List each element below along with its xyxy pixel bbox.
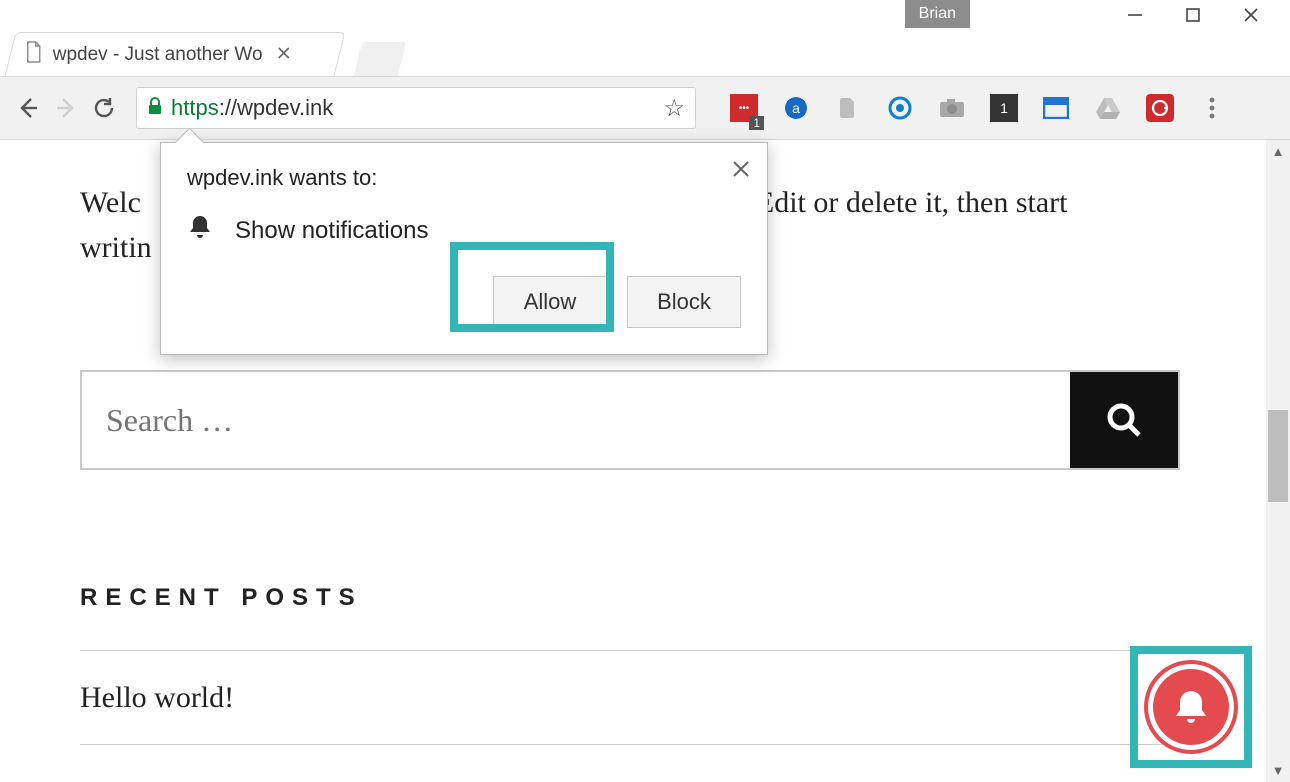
grammarly-extension-icon[interactable] <box>1146 94 1174 122</box>
dialog-close-button[interactable] <box>731 159 751 184</box>
search-icon <box>1103 399 1145 441</box>
lock-icon <box>147 97 163 120</box>
evernote-extension-icon[interactable] <box>834 94 862 122</box>
back-button[interactable] <box>14 94 42 122</box>
close-tab-icon[interactable] <box>277 44 291 66</box>
drive-extension-icon[interactable] <box>1094 94 1122 122</box>
maximize-button[interactable] <box>1182 4 1204 26</box>
block-button[interactable]: Block <box>627 276 741 328</box>
tab-strip: wpdev - Just another Wo <box>10 30 402 76</box>
document-icon <box>25 41 43 69</box>
browser-toolbar: https ://wpdev.ink ☆ •••1 a 1 <box>0 76 1290 140</box>
dialog-origin-text: wpdev.ink wants to: <box>187 165 741 191</box>
allow-button[interactable]: Allow <box>493 276 607 328</box>
extension-icons: •••1 a 1 <box>730 94 1226 122</box>
intro-line2: writin <box>80 231 152 264</box>
recent-post-link[interactable]: Hello world! <box>80 650 1180 745</box>
search-input[interactable] <box>82 372 1070 468</box>
camera-extension-icon[interactable] <box>938 94 966 122</box>
scrollbar-thumb[interactable] <box>1268 410 1288 502</box>
close-window-button[interactable] <box>1240 4 1262 26</box>
minimize-button[interactable] <box>1124 4 1146 26</box>
window-controls <box>1124 4 1290 26</box>
window-extension-icon[interactable] <box>1042 94 1070 122</box>
reload-button[interactable] <box>90 94 118 122</box>
push-notification-bell-button[interactable] <box>1148 664 1234 750</box>
forward-button[interactable] <box>52 94 80 122</box>
annotation-highlight-bell <box>1130 646 1252 768</box>
recent-posts-heading: RECENT POSTS <box>80 580 1210 616</box>
target-extension-icon[interactable] <box>886 94 914 122</box>
site-search-form <box>80 370 1180 470</box>
browser-tab[interactable]: wpdev - Just another Wo <box>5 32 346 76</box>
onetab-extension-icon[interactable]: 1 <box>990 94 1018 122</box>
scroll-up-arrow-icon[interactable]: ▲ <box>1272 140 1285 163</box>
new-tab-button[interactable] <box>354 42 406 76</box>
intro-fragment-left: Welc <box>80 186 141 219</box>
amazon-extension-icon[interactable]: a <box>782 94 810 122</box>
scroll-down-arrow-icon[interactable]: ▼ <box>1272 759 1285 782</box>
bookmark-star-icon[interactable]: ☆ <box>663 94 685 123</box>
intro-fragment-right: Edit or delete it, then start <box>756 186 1068 219</box>
chrome-profile-badge[interactable]: Brian <box>905 0 970 28</box>
notification-permission-dialog: wpdev.ink wants to: Show notifications A… <box>160 142 768 355</box>
lastpass-extension-icon[interactable]: •••1 <box>730 94 758 122</box>
tab-title: wpdev - Just another Wo <box>53 44 263 66</box>
permission-row: Show notifications <box>187 213 741 248</box>
scrollbar[interactable]: ▲ ▼ <box>1266 140 1290 782</box>
permission-label: Show notifications <box>235 217 428 245</box>
url-host: ://wpdev.ink <box>219 95 334 121</box>
address-bar[interactable]: https ://wpdev.ink ☆ <box>136 87 696 129</box>
bell-icon <box>187 213 213 248</box>
search-submit-button[interactable] <box>1070 372 1178 468</box>
url-scheme: https <box>171 95 219 121</box>
extension-badge: 1 <box>749 116 764 130</box>
chrome-menu-button[interactable] <box>1198 94 1226 122</box>
